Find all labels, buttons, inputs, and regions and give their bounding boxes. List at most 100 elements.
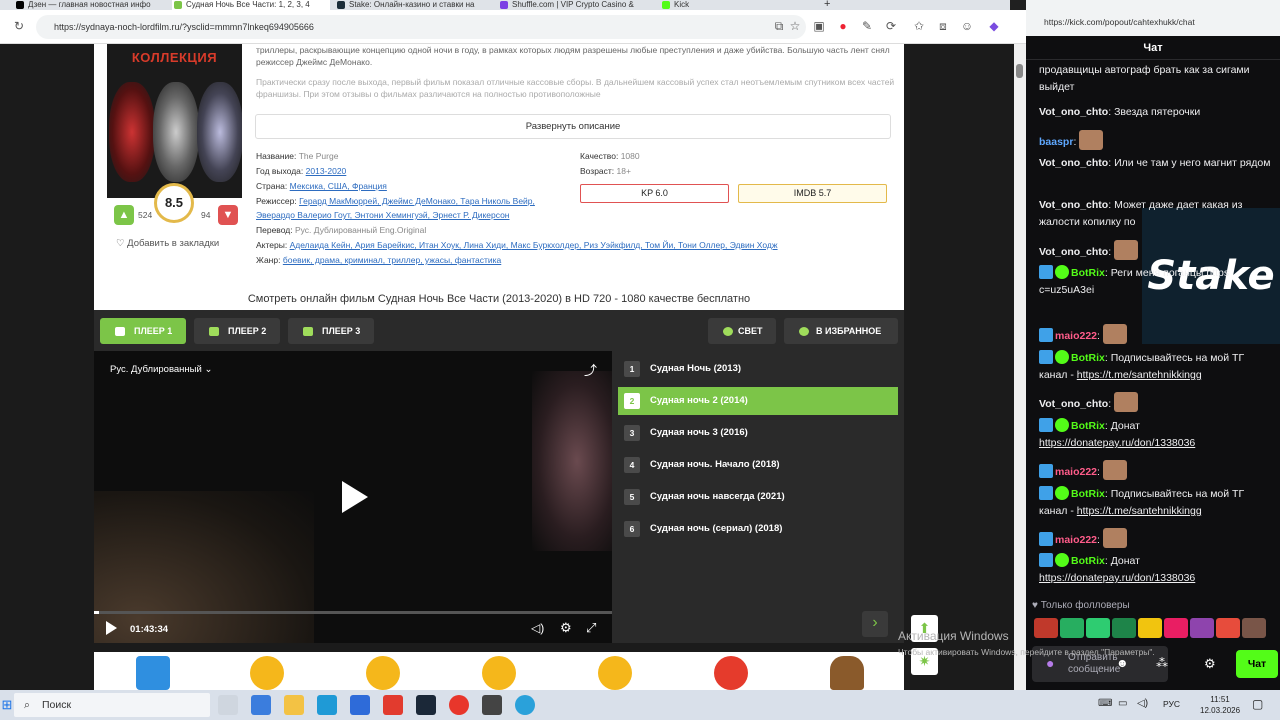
chat-username[interactable]: Vot_ono_chto: [1039, 106, 1108, 118]
chat-username[interactable]: maio222: [1055, 466, 1097, 478]
edge-icon[interactable]: [317, 695, 337, 715]
progress-bar[interactable]: [94, 611, 612, 614]
keyboard-icon[interactable]: ⌨: [1098, 698, 1112, 709]
extension-icon[interactable]: ▣: [810, 17, 828, 35]
tab-stake[interactable]: Stake: Онлайн-казино и ставки на: [335, 0, 495, 10]
wow-emoji-icon[interactable]: [482, 656, 516, 690]
scrollbar-thumb[interactable]: [1016, 64, 1023, 78]
emote-icon[interactable]: [1242, 618, 1266, 638]
chat-username[interactable]: Vot_ono_chto: [1039, 157, 1108, 169]
start-icon[interactable]: ⊞: [0, 693, 14, 717]
chat-username[interactable]: BotRix: [1071, 488, 1105, 500]
task-view-icon[interactable]: [218, 695, 238, 715]
emote-icon[interactable]: [1086, 618, 1110, 638]
volume-icon[interactable]: ◁): [531, 621, 544, 635]
tab-kick[interactable]: Kick: [660, 0, 810, 10]
dislike-icon[interactable]: ▼: [218, 205, 238, 225]
language-indicator[interactable]: РУС: [1163, 699, 1180, 709]
chat-username[interactable]: baaspr: [1039, 136, 1073, 148]
chat-url-field[interactable]: https://kick.com/popout/cahtexhukk/chat: [1032, 14, 1276, 30]
poop-emoji-icon[interactable]: [830, 656, 864, 690]
chat-link[interactable]: https://donatepay.ru/don/1338036: [1039, 572, 1195, 584]
taskbar-search[interactable]: ⌕ Поиск: [14, 693, 210, 717]
episode-item[interactable]: 5 Судная ночь навсегда (2021): [618, 483, 898, 511]
angry-emoji-icon[interactable]: [714, 656, 748, 690]
chat-username[interactable]: BotRix: [1071, 555, 1105, 567]
emote-icon[interactable]: [1216, 618, 1240, 638]
play-icon[interactable]: [342, 481, 368, 513]
reload-icon[interactable]: ↻: [10, 17, 28, 35]
video-player[interactable]: Рус. Дублированный ⌄ ⤴ 01:43:34 ◁) ⚙ ⤢: [94, 351, 612, 643]
emote-icon[interactable]: [1190, 618, 1214, 638]
light-button[interactable]: СВЕТ: [708, 318, 776, 344]
player-3-tab[interactable]: ПЛЕЕР 3: [288, 318, 374, 344]
collections-icon[interactable]: ⧈: [934, 17, 952, 35]
episode-item[interactable]: 1 Судная Ночь (2013): [618, 355, 898, 383]
chat-username[interactable]: maio222: [1055, 330, 1097, 342]
emote-icon[interactable]: [1138, 618, 1162, 638]
microphone-icon[interactable]: ●: [1046, 655, 1054, 671]
clock[interactable]: 11:51 12.03.2026: [1200, 694, 1240, 716]
app-icon[interactable]: [482, 695, 502, 715]
notifications-icon[interactable]: ▢: [1252, 697, 1263, 711]
movie-poster[interactable]: КОЛЛЕКЦИЯ: [107, 44, 242, 198]
emote-icon[interactable]: [1164, 618, 1188, 638]
like-emoji-icon[interactable]: [136, 656, 170, 690]
url-field[interactable]: https://sydnaya-noch-lordfilm.ru/?ysclid…: [36, 15, 806, 39]
users-icon[interactable]: ⁂: [1156, 656, 1168, 670]
sad-emoji-icon[interactable]: [598, 656, 632, 690]
kp-rating[interactable]: KP 6.0: [580, 184, 729, 203]
love-emoji-icon[interactable]: [250, 656, 284, 690]
settings-icon[interactable]: ⚙: [560, 620, 572, 636]
player-2-tab[interactable]: ПЛЕЕР 2: [194, 318, 280, 344]
sync-icon[interactable]: ⟳: [882, 17, 900, 35]
settings-icon[interactable]: ⚙: [1204, 656, 1216, 672]
imdb-rating[interactable]: IMDB 5.7: [738, 184, 887, 203]
new-tab-button[interactable]: +: [824, 0, 838, 10]
tab-dzen[interactable]: Дзен — главная новостная инфо: [14, 0, 169, 10]
telegram-icon[interactable]: [515, 695, 535, 715]
page-scrollbar[interactable]: [1014, 44, 1026, 690]
tab-shuffle[interactable]: Shuffle.com | VIP Crypto Casino &: [498, 0, 656, 10]
chat-link[interactable]: https://t.me/santehnikkingg: [1077, 369, 1202, 381]
profile-icon[interactable]: ☺: [958, 17, 976, 35]
yandex-browser-icon[interactable]: [449, 695, 469, 715]
next-arrow-button[interactable]: ›: [862, 611, 888, 637]
emote-icon[interactable]: [1060, 618, 1084, 638]
copilot-icon[interactable]: ◆: [985, 17, 1003, 35]
steam-icon[interactable]: [416, 695, 436, 715]
chat-username[interactable]: BotRix: [1071, 352, 1105, 364]
chat-username[interactable]: maio222: [1055, 534, 1097, 546]
explorer-icon[interactable]: [284, 695, 304, 715]
send-chat-button[interactable]: Чат: [1236, 650, 1278, 678]
mail-icon[interactable]: [350, 695, 370, 715]
episode-item[interactable]: 6 Судная ночь (сериал) (2018): [618, 515, 898, 543]
fullscreen-icon[interactable]: ⤢: [586, 620, 596, 636]
star-icon[interactable]: ☆: [786, 17, 804, 35]
expand-description-button[interactable]: Развернуть описание: [255, 114, 891, 139]
extension-icon[interactable]: ✎: [858, 17, 876, 35]
like-icon[interactable]: ▲: [114, 205, 134, 225]
extension-icon[interactable]: ●: [834, 17, 852, 35]
episode-item[interactable]: 2 Судная ночь 2 (2014): [618, 387, 898, 415]
favorite-button[interactable]: В ИЗБРАННОЕ: [784, 318, 898, 344]
volume-icon[interactable]: ◁): [1137, 698, 1148, 709]
store-icon[interactable]: [251, 695, 271, 715]
chat-username[interactable]: Vot_ono_chto: [1039, 199, 1108, 211]
play-small-icon[interactable]: [106, 621, 117, 635]
episode-item[interactable]: 4 Судная ночь. Начало (2018): [618, 451, 898, 479]
chat-link[interactable]: https://donatepay.ru/don/1338036: [1039, 437, 1195, 449]
favorites-icon[interactable]: ✩: [910, 17, 928, 35]
chat-username[interactable]: Vot_ono_chto: [1039, 398, 1108, 410]
player-1-tab[interactable]: ПЛЕЕР 1: [100, 318, 186, 344]
tab-purge[interactable]: Судная Ночь Все Части: 1, 2, 3, 4: [172, 0, 330, 10]
chat-username[interactable]: BotRix: [1071, 420, 1105, 432]
emote-icon[interactable]: [1034, 618, 1058, 638]
emote-icon[interactable]: [1112, 618, 1136, 638]
laugh-emoji-icon[interactable]: [366, 656, 400, 690]
emoji-icon[interactable]: ☻: [1116, 656, 1129, 670]
chat-username[interactable]: Vot_ono_chto: [1039, 246, 1108, 258]
audio-track-selector[interactable]: Рус. Дублированный ⌄: [110, 364, 212, 375]
episode-item[interactable]: 3 Судная ночь 3 (2016): [618, 419, 898, 447]
share-icon[interactable]: ⤴: [584, 360, 597, 379]
